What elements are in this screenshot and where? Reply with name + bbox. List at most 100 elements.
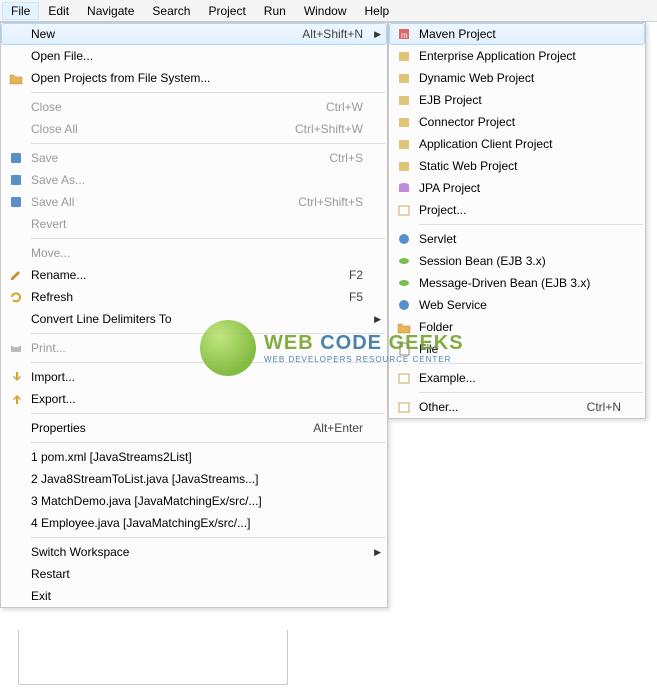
jpa-icon [393,180,415,196]
menu-separator [31,238,385,239]
menu-item-label: Other... [419,400,567,414]
menubar-window[interactable]: Window [295,2,356,20]
appclient-icon [393,136,415,152]
menu-separator [31,333,385,334]
blank-icon [5,566,27,582]
example-icon [393,370,415,386]
new-submenu: m Maven Project Enterprise Application Pro… [388,22,646,419]
file-menu: NewAlt+Shift+N▶Open File... Open Projects… [0,22,388,608]
menubar-run[interactable]: Run [255,2,295,20]
fileMenu-item[interactable]: Switch Workspace ▶ [1,541,387,563]
fileMenu-item[interactable]: Open Projects from File System... [1,67,387,89]
menu-item-label: Connector Project [419,115,621,129]
newSubmenu-item[interactable]: JPA Project [389,177,645,199]
menu-item-label: Refresh [31,290,329,304]
newSubmenu-item[interactable]: m Maven Project [389,23,645,45]
blank-icon [5,48,27,64]
session-bean-icon [393,253,415,269]
menubar-help[interactable]: Help [356,2,399,20]
fileMenu-item: Save As... [1,169,387,191]
blank-icon [5,245,27,261]
menu-item-label: Folder [419,320,621,334]
fileMenu-item[interactable]: 3 MatchDemo.java [JavaMatchingEx/src/...… [1,490,387,512]
menubar-file[interactable]: File [2,2,39,20]
export-icon [5,391,27,407]
menu-item-label: Revert [31,217,363,231]
fileMenu-item[interactable]: Open File... [1,45,387,67]
blank-icon [5,26,27,42]
menu-separator [31,143,385,144]
newSubmenu-item[interactable]: Message-Driven Bean (EJB 3.x) [389,272,645,294]
fileMenu-item[interactable]: Import... [1,366,387,388]
menu-item-label: Save As... [31,173,363,187]
menu-separator [419,363,643,364]
fileMenu-item[interactable]: 1 pom.xml [JavaStreams2List] [1,446,387,468]
menu-item-shortcut: Ctrl+W [326,100,363,114]
menubar-search[interactable]: Search [143,2,199,20]
newSubmenu-item[interactable]: Web Service [389,294,645,316]
fileMenu-item[interactable]: Rename...F2 [1,264,387,286]
blank-icon [5,544,27,560]
menubar-edit[interactable]: Edit [39,2,78,20]
menu-item-shortcut: Ctrl+S [329,151,363,165]
blank-icon [5,99,27,115]
fileMenu-item[interactable]: Properties Alt+Enter [1,417,387,439]
menu-item-label: EJB Project [419,93,621,107]
submenu-arrow-icon: ▶ [369,547,381,558]
menu-separator [419,224,643,225]
other-icon [393,399,415,415]
menu-item-label: Dynamic Web Project [419,71,621,85]
menu-separator [419,392,643,393]
fileMenu-item[interactable]: 4 Employee.java [JavaMatchingEx/src/...] [1,512,387,534]
save-all-icon [5,194,27,210]
menubar-navigate[interactable]: Navigate [78,2,143,20]
newSubmenu-item[interactable]: Project... [389,199,645,221]
newSubmenu-item[interactable]: File [389,338,645,360]
menu-separator [31,413,385,414]
newSubmenu-item[interactable]: EJB Project [389,89,645,111]
menu-item-label: Print... [31,341,363,355]
menu-item-label: Properties [31,421,293,435]
newSubmenu-item[interactable]: Connector Project [389,111,645,133]
menu-item-label: Servlet [419,232,621,246]
save-as-icon [5,172,27,188]
folder-icon [393,319,415,335]
menu-item-label: JPA Project [419,181,621,195]
newSubmenu-item[interactable]: Other... Ctrl+N [389,396,645,418]
newSubmenu-item[interactable]: Dynamic Web Project [389,67,645,89]
fileMenu-item[interactable]: Restart [1,563,387,585]
menu-item-label: Open Projects from File System... [31,71,363,85]
newSubmenu-item[interactable]: Folder [389,316,645,338]
newSubmenu-item[interactable]: Application Client Project [389,133,645,155]
menu-item-shortcut: Ctrl+N [587,400,621,414]
fileMenu-item[interactable]: Export... [1,388,387,410]
menubar-project[interactable]: Project [199,2,254,20]
fileMenu-item[interactable]: 2 Java8StreamToList.java [JavaStreams...… [1,468,387,490]
submenu-arrow-icon: ▶ [369,29,381,40]
blank-icon [5,311,27,327]
fileMenu-item[interactable]: Convert Line Delimiters To▶ [1,308,387,330]
open-folder-icon [5,70,27,86]
fileMenu-item[interactable]: Exit [1,585,387,607]
fileMenu-item: Close AllCtrl+Shift+W [1,118,387,140]
newSubmenu-item[interactable]: Session Bean (EJB 3.x) [389,250,645,272]
fileMenu-item: Revert [1,213,387,235]
menu-item-label: Switch Workspace [31,545,363,559]
menu-item-label: Session Bean (EJB 3.x) [419,254,621,268]
menu-item-label: Close [31,100,306,114]
newSubmenu-item[interactable]: Static Web Project [389,155,645,177]
menu-item-shortcut: Alt+Enter [313,421,363,435]
blank-icon [5,515,27,531]
fileMenu-item[interactable]: RefreshF5 [1,286,387,308]
file-icon [393,341,415,357]
newSubmenu-item[interactable]: Enterprise Application Project [389,45,645,67]
newSubmenu-item[interactable]: Servlet [389,228,645,250]
rename-icon [5,267,27,283]
newSubmenu-item[interactable]: Example... [389,367,645,389]
menu-item-label: Maven Project [419,27,621,41]
svg-text:m: m [401,31,408,40]
menu-item-label: File [419,342,621,356]
fileMenu-item[interactable]: NewAlt+Shift+N▶ [1,23,387,45]
save-icon [5,150,27,166]
menu-item-label: Convert Line Delimiters To [31,312,363,326]
